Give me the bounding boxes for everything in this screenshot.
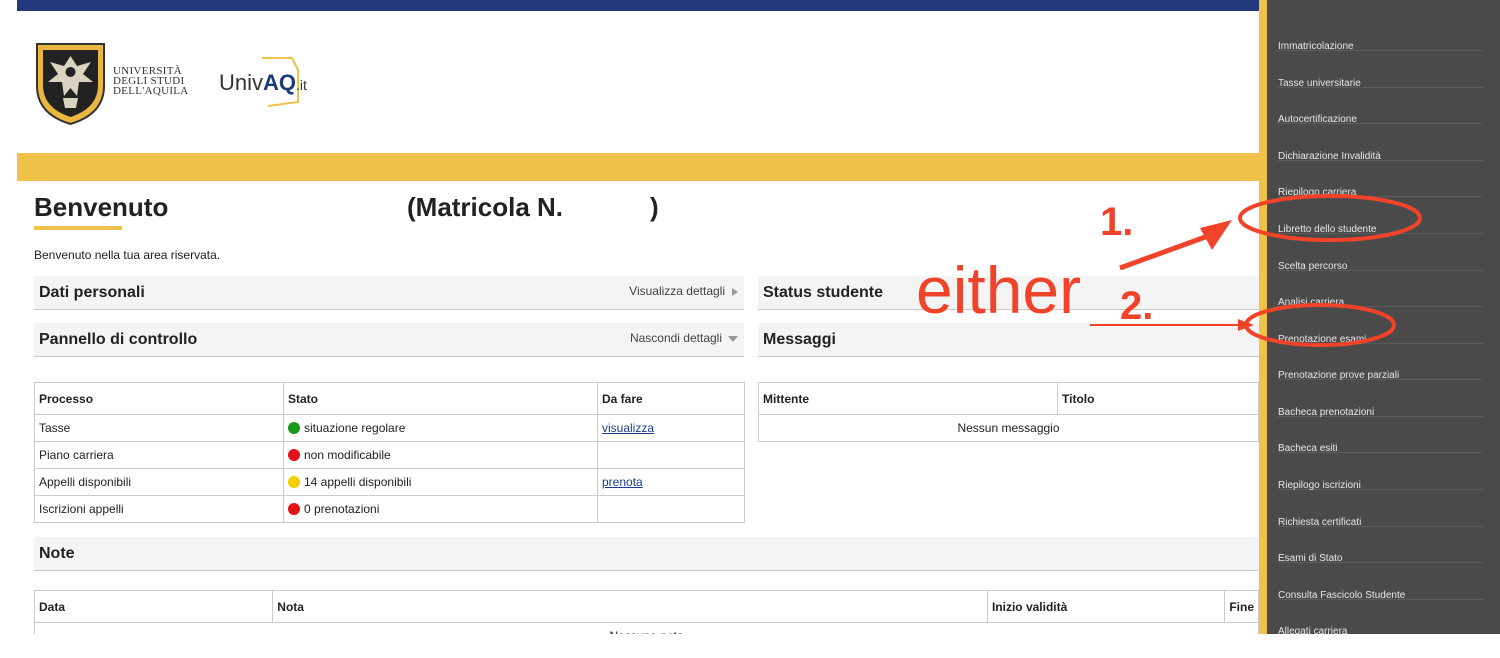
annotation-label-2: 2. bbox=[1120, 284, 1154, 328]
annotation-overlay bbox=[1090, 194, 1422, 347]
highlight-ellipse-libretto bbox=[1238, 194, 1422, 242]
arrow-1-head-icon bbox=[1200, 220, 1232, 250]
annotation-label-1: 1. bbox=[1100, 200, 1134, 244]
highlight-ellipse-prenotazione bbox=[1244, 303, 1396, 347]
annotation-either: either bbox=[916, 253, 1082, 327]
